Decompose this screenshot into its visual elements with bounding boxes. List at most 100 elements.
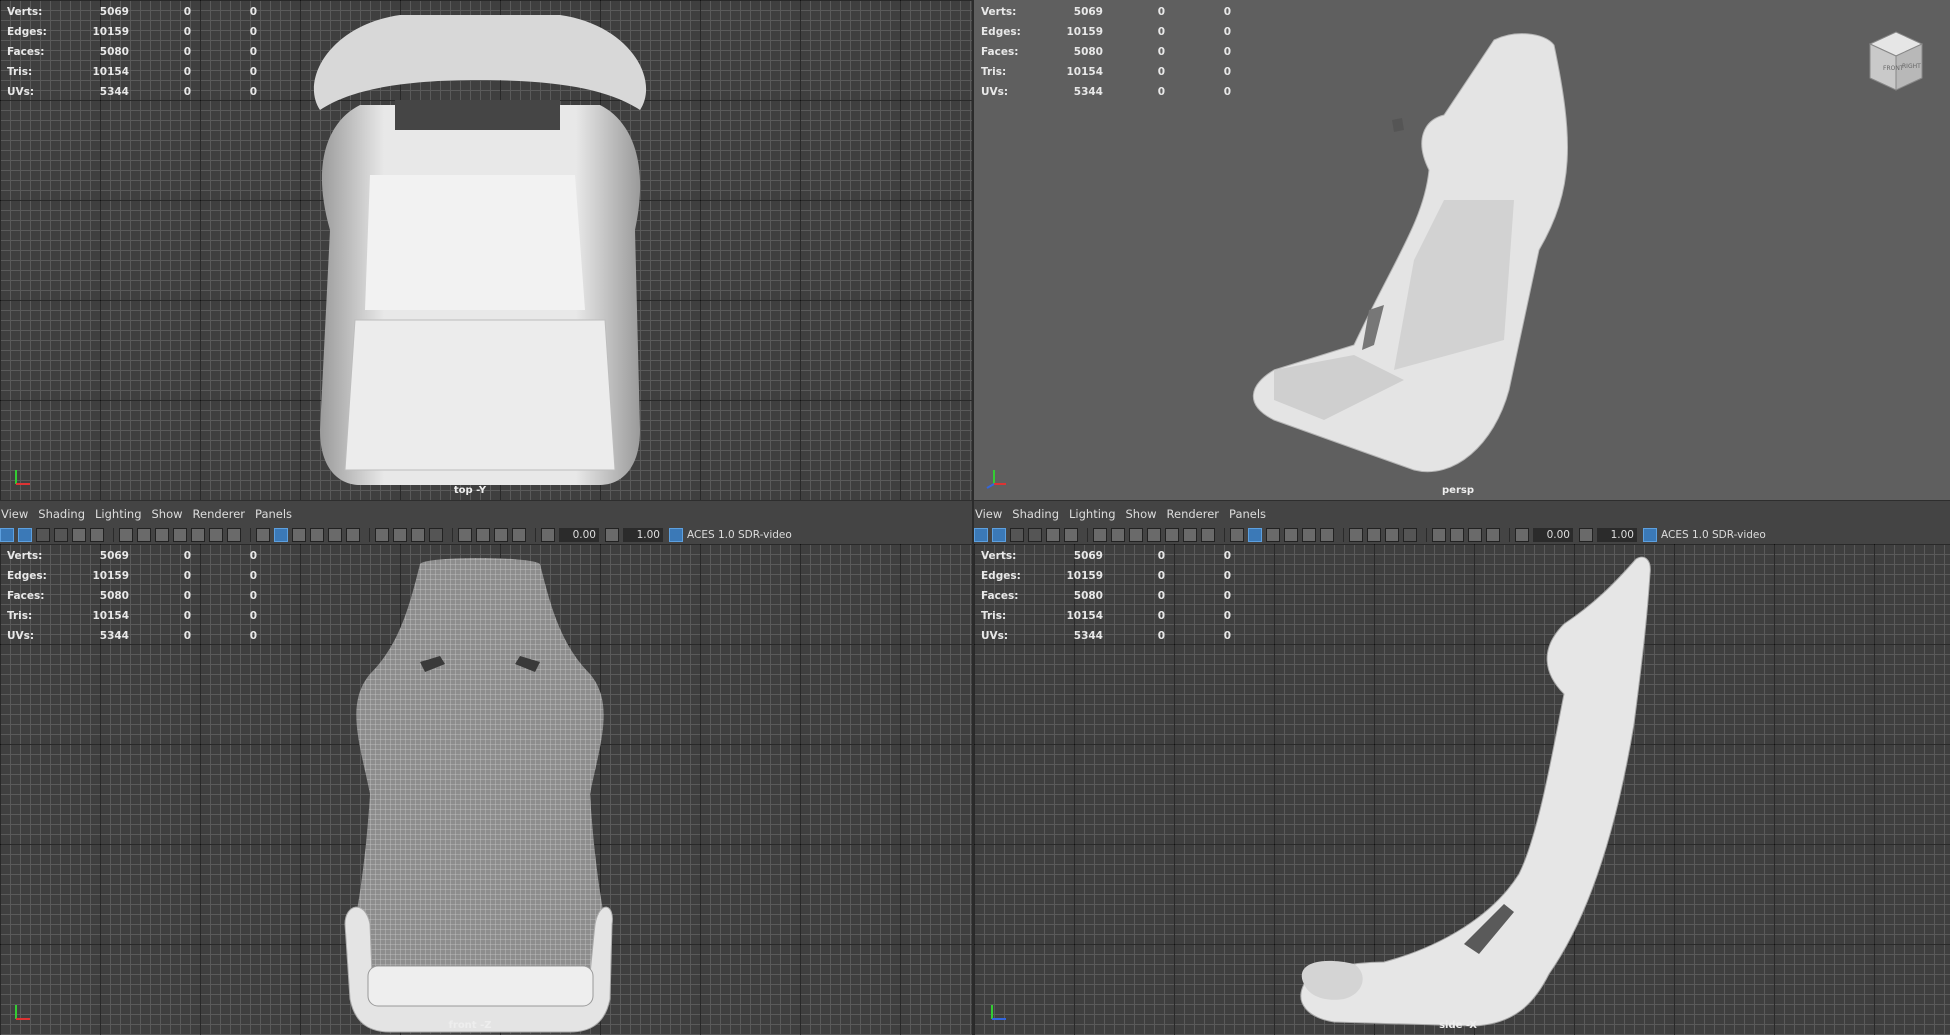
wireframe-on-shaded-icon[interactable] (1266, 528, 1280, 542)
menu-view[interactable]: View (974, 507, 1012, 523)
xray-components-icon[interactable] (512, 528, 526, 542)
camera-label-side: side -X (1439, 1020, 1477, 1031)
viewport-divider[interactable] (972, 0, 974, 1035)
select-camera-icon[interactable] (974, 528, 988, 542)
menu-panels[interactable]: Panels (255, 507, 302, 523)
grease-pencil-icon[interactable] (1064, 528, 1078, 542)
image-plane-icon[interactable] (54, 528, 68, 542)
field-chart-icon[interactable] (191, 528, 205, 542)
isolate-select-icon[interactable] (1432, 528, 1446, 542)
viewcube-right-face[interactable]: RIGHT (1902, 63, 1921, 70)
menu-lighting[interactable]: Lighting (1069, 507, 1125, 523)
separator (369, 528, 370, 542)
gate-mask-icon[interactable] (1147, 528, 1161, 542)
viewport-front[interactable]: Verts: 5069 0 0 Edges: 10159 0 0 Faces: 5080 0 0 … (0, 544, 972, 1035)
xray-joints-icon[interactable] (1468, 528, 1482, 542)
lights-icon[interactable] (328, 528, 342, 542)
textured-icon[interactable] (310, 528, 324, 542)
menu-view[interactable]: View (0, 507, 38, 523)
camera-attributes-icon[interactable] (18, 528, 32, 542)
separator (1087, 528, 1088, 542)
wireframe-on-shaded-icon[interactable] (292, 528, 306, 542)
menu-panels[interactable]: Panels (1229, 507, 1276, 523)
exposure-field[interactable]: 0.00 (559, 528, 599, 542)
camera-attributes-icon[interactable] (992, 528, 1006, 542)
viewport-persp[interactable]: Verts: 5069 0 0 Edges: 10159 0 0 Faces: 5080 0 0 … (974, 0, 1950, 500)
select-camera-icon[interactable] (0, 528, 14, 542)
textured-icon[interactable] (1284, 528, 1298, 542)
bookmark-icon[interactable] (36, 528, 50, 542)
ambient-occlusion-icon[interactable] (1349, 528, 1363, 542)
depth-of-field-icon[interactable] (1403, 528, 1417, 542)
smooth-shade-icon[interactable] (1248, 528, 1262, 542)
seat-persp-model[interactable] (974, 0, 1950, 500)
camera-label-persp: persp (1442, 485, 1474, 496)
menu-renderer[interactable]: Renderer (1167, 507, 1230, 523)
grid-icon[interactable] (119, 528, 133, 542)
exposure-field[interactable]: 0.00 (1533, 528, 1573, 542)
motion-blur-icon[interactable] (393, 528, 407, 542)
two-d-pan-icon[interactable] (1046, 528, 1060, 542)
film-gate-icon[interactable] (1111, 528, 1125, 542)
gamma-icon[interactable] (1579, 528, 1593, 542)
safe-action-icon[interactable] (209, 528, 223, 542)
menu-shading[interactable]: Shading (38, 507, 95, 523)
xray-joints-icon[interactable] (494, 528, 508, 542)
menu-show[interactable]: Show (1126, 507, 1167, 523)
depth-of-field-icon[interactable] (429, 528, 443, 542)
lights-icon[interactable] (1302, 528, 1316, 542)
wireframe-icon[interactable] (256, 528, 270, 542)
color-management-icon[interactable] (1643, 528, 1657, 542)
camera-label-front: front -Z (448, 1020, 492, 1031)
ambient-occlusion-icon[interactable] (375, 528, 389, 542)
resolution-gate-icon[interactable] (1129, 528, 1143, 542)
gamma-field[interactable]: 1.00 (623, 528, 663, 542)
motion-blur-icon[interactable] (1367, 528, 1381, 542)
separator (1509, 528, 1510, 542)
xray-icon[interactable] (1450, 528, 1464, 542)
anti-aliasing-icon[interactable] (1385, 528, 1399, 542)
menu-lighting[interactable]: Lighting (95, 507, 151, 523)
resolution-gate-icon[interactable] (155, 528, 169, 542)
seat-front-model[interactable] (0, 544, 972, 1035)
image-plane-icon[interactable] (1028, 528, 1042, 542)
xray-components-icon[interactable] (1486, 528, 1500, 542)
xray-icon[interactable] (476, 528, 490, 542)
safe-title-icon[interactable] (1201, 528, 1215, 542)
viewcube[interactable]: FRONT RIGHT (1862, 26, 1928, 96)
isolate-select-icon[interactable] (458, 528, 472, 542)
exposure-icon[interactable] (1515, 528, 1529, 542)
separator (113, 528, 114, 542)
wireframe-icon[interactable] (1230, 528, 1244, 542)
anti-aliasing-icon[interactable] (411, 528, 425, 542)
two-d-pan-icon[interactable] (72, 528, 86, 542)
menu-shading[interactable]: Shading (1012, 507, 1069, 523)
viewport-side[interactable]: Verts: 5069 0 0 Edges: 10159 0 0 Faces: 5080 0 0 … (974, 544, 1950, 1035)
film-gate-icon[interactable] (137, 528, 151, 542)
menu-renderer[interactable]: Renderer (193, 507, 256, 523)
color-management-icon[interactable] (669, 528, 683, 542)
shadows-icon[interactable] (1320, 528, 1334, 542)
viewcube-front-face[interactable]: FRONT (1883, 65, 1904, 72)
bookmark-icon[interactable] (1010, 528, 1024, 542)
gamma-field[interactable]: 1.00 (1597, 528, 1637, 542)
field-chart-icon[interactable] (1165, 528, 1179, 542)
menu-show[interactable]: Show (152, 507, 193, 523)
gamma-icon[interactable] (605, 528, 619, 542)
separator (250, 528, 251, 542)
grease-pencil-icon[interactable] (90, 528, 104, 542)
gate-mask-icon[interactable] (173, 528, 187, 542)
shadows-icon[interactable] (346, 528, 360, 542)
view-transform-dropdown[interactable]: ACES 1.0 SDR-video (1661, 529, 1766, 541)
exposure-icon[interactable] (541, 528, 555, 542)
grid-icon[interactable] (1093, 528, 1107, 542)
seat-top-model[interactable] (0, 0, 972, 500)
separator (1224, 528, 1225, 542)
viewport-top[interactable]: Verts: 5069 0 0 Edges: 10159 0 0 Faces: 5080 0 0 … (0, 0, 972, 500)
seat-side-model[interactable] (974, 544, 1950, 1035)
view-transform-dropdown[interactable]: ACES 1.0 SDR-video (687, 529, 792, 541)
safe-action-icon[interactable] (1183, 528, 1197, 542)
separator (1426, 528, 1427, 542)
safe-title-icon[interactable] (227, 528, 241, 542)
smooth-shade-icon[interactable] (274, 528, 288, 542)
